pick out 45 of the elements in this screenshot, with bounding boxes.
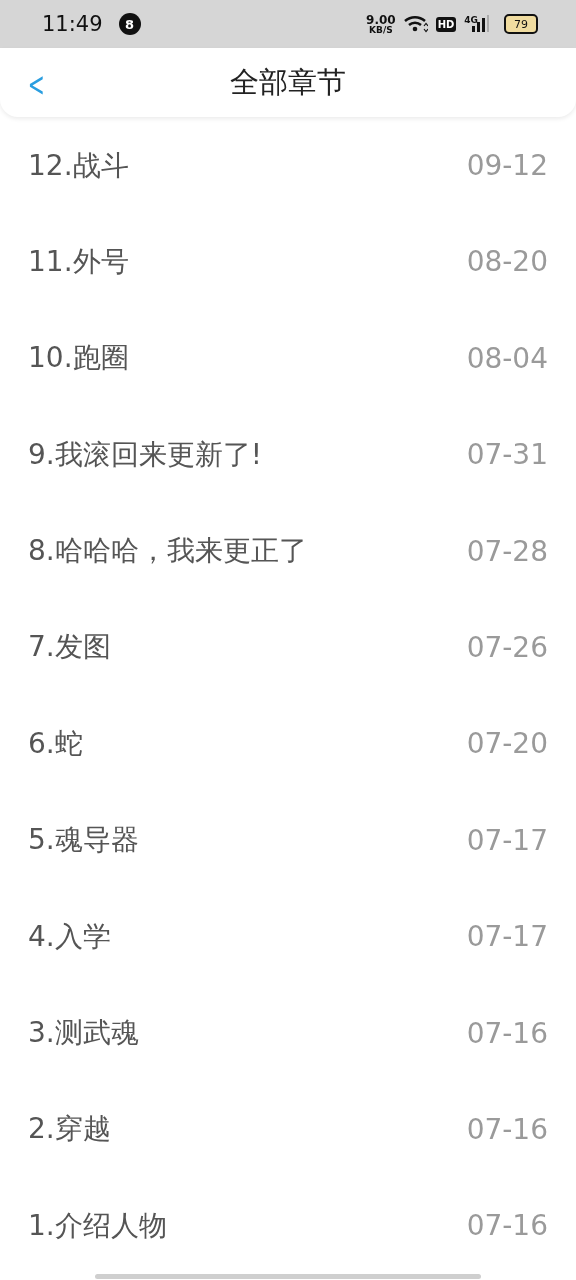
chapter-title: 3.测武魂 <box>28 1015 139 1051</box>
chapter-title: 10.跑圈 <box>28 340 129 377</box>
chapter-item[interactable]: 5.魂导器 07-17 <box>0 792 576 889</box>
chapter-date: 07-16 <box>466 1112 548 1146</box>
battery-level: 79 <box>514 17 528 31</box>
network-type: 4G <box>464 15 478 26</box>
chapter-title: 8.哈哈哈，我来更正了 <box>28 533 307 570</box>
chapter-title: 2.穿越 <box>28 1111 111 1148</box>
chapter-item[interactable]: 7.发图 07-26 <box>0 599 576 696</box>
notification-badge: 8 <box>118 13 141 36</box>
chapter-title: 11.外号 <box>28 243 129 280</box>
chapter-date: 07-20 <box>466 727 548 761</box>
chapter-date: 07-17 <box>466 823 548 857</box>
chapter-title: 9.我滚回来更新了! <box>28 436 262 473</box>
chapter-item[interactable]: 4.入学 07-17 <box>0 888 576 985</box>
chapter-date: 07-28 <box>466 534 548 568</box>
chapter-date: 07-16 <box>466 1209 548 1243</box>
chapter-title: 7.发图 <box>28 629 111 666</box>
chapter-item[interactable]: 6.蛇 07-20 <box>0 695 576 793</box>
chapter-item[interactable]: 11.外号 08-20 <box>0 213 576 311</box>
chapter-item[interactable]: 12.战斗 09-12 <box>0 117 576 214</box>
network-speed: 9.00 <box>366 13 396 26</box>
chapter-date: 07-31 <box>466 438 548 472</box>
chapter-title: 4.入学 <box>28 918 111 955</box>
chapter-item[interactable]: 10.跑圈 08-04 <box>0 310 576 407</box>
chapter-date: 07-17 <box>466 920 548 954</box>
chapter-date: 07-26 <box>466 630 548 664</box>
hd-indicator: HD <box>435 16 457 32</box>
wifi-icon <box>403 15 428 34</box>
chapter-date: 07-16 <box>466 1016 548 1050</box>
page-title: 全部章节 <box>230 63 346 101</box>
chapter-date: 09-12 <box>466 149 548 182</box>
speed-unit: KB/S <box>369 25 393 35</box>
clock-time: 11:49 <box>42 12 103 37</box>
chapter-item[interactable]: 2.穿越 07-16 <box>0 1081 576 1178</box>
chapter-date: 08-04 <box>466 341 548 375</box>
chapter-item[interactable]: 1.介绍人物 07-16 <box>0 1177 576 1274</box>
chapter-title: 12.战斗 <box>28 147 129 184</box>
chapter-title: 6.蛇 <box>28 725 83 762</box>
chapter-item[interactable]: 8.哈哈哈，我来更正了 07-28 <box>0 502 576 600</box>
chapter-item[interactable]: 3.测武魂 07-16 <box>0 984 576 1082</box>
chapter-title: 5.魂导器 <box>28 822 139 859</box>
chapter-item[interactable]: 9.我滚回来更新了! 07-31 <box>0 406 576 503</box>
chapter-date: 08-20 <box>466 245 548 279</box>
chapter-title: 1.介绍人物 <box>28 1207 167 1244</box>
